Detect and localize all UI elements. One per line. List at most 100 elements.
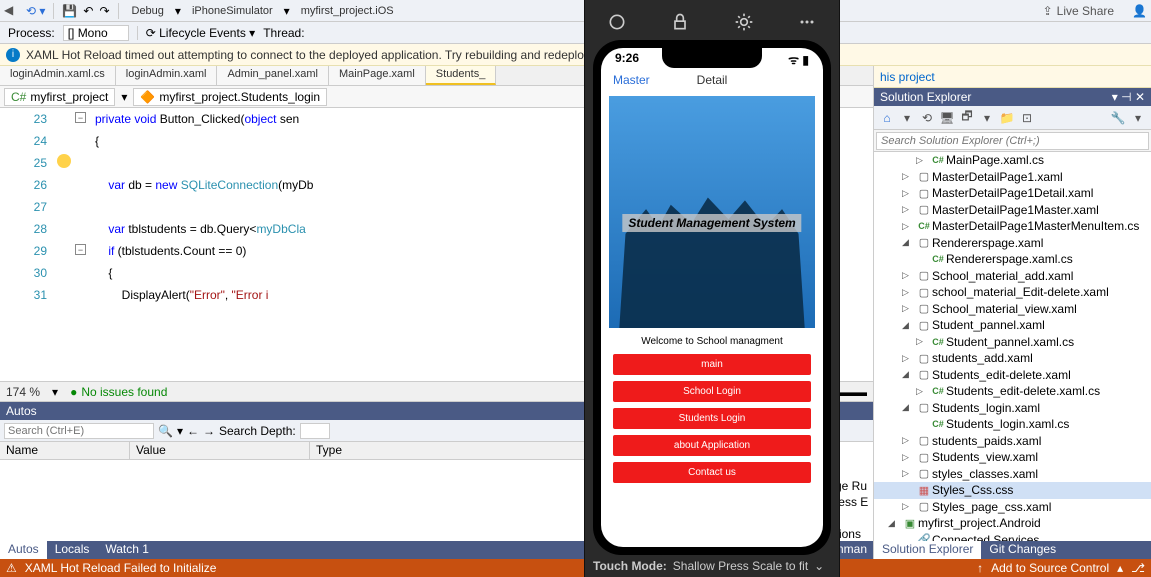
more-icon[interactable] bbox=[797, 12, 817, 32]
tree-item[interactable]: ▷C#Students_edit-delete.xaml.cs bbox=[874, 383, 1151, 400]
lightbulb-icon[interactable] bbox=[57, 154, 71, 168]
ios-simulator: 9:26ᯤ ▮ Master Detail Student Management… bbox=[584, 0, 840, 577]
tree-item[interactable]: ◢▣myfirst_project.Android bbox=[874, 515, 1151, 532]
solution-tree[interactable]: ▷C#MainPage.xaml.cs▷▢MasterDetailPage1.x… bbox=[874, 152, 1151, 541]
app-button-main[interactable]: main bbox=[613, 354, 811, 375]
notch bbox=[662, 48, 762, 68]
tab-loginadmin[interactable]: loginAdmin.xaml bbox=[116, 66, 218, 85]
tab-students[interactable]: Students_ bbox=[426, 66, 497, 85]
tree-item[interactable]: ▷C#MainPage.xaml.cs bbox=[874, 152, 1151, 169]
zoom-level[interactable]: 174 % bbox=[6, 385, 40, 399]
upload-icon: ↑ bbox=[977, 561, 983, 575]
status-text: XAML Hot Reload Failed to Initialize bbox=[25, 561, 217, 575]
app-button-contact[interactable]: Contact us bbox=[613, 462, 811, 483]
forward-icon[interactable]: → bbox=[203, 424, 215, 438]
tree-item[interactable]: ▷▢MasterDetailPage1Master.xaml bbox=[874, 202, 1151, 219]
tree-item[interactable]: ▷C#MasterDetailPage1MasterMenuItem.cs bbox=[874, 218, 1151, 235]
tree-item[interactable]: ◢▢Students_edit-delete.xaml bbox=[874, 367, 1151, 384]
tree-item[interactable]: ▷▢students_paids.xaml bbox=[874, 433, 1151, 450]
process-label: Process: bbox=[8, 26, 55, 40]
main-toolbar: ◀ ⟲ ▾ 💾 ↶ ↷ Debug▾ iPhoneSimulator▾ myfi… bbox=[0, 0, 1151, 22]
app-button-school[interactable]: School Login bbox=[613, 381, 811, 402]
app-button-about[interactable]: about Application bbox=[613, 435, 811, 456]
gear-icon[interactable] bbox=[734, 12, 754, 32]
source-control[interactable]: Add to Source Control bbox=[991, 561, 1109, 575]
scope-dropdown[interactable]: C# myfirst_project bbox=[4, 88, 115, 106]
tree-item[interactable]: ▦Styles_Css.css bbox=[874, 482, 1151, 499]
pin-icon[interactable]: ⊣ bbox=[1121, 90, 1131, 104]
process-dropdown[interactable]: [] Mono bbox=[63, 25, 129, 41]
col-name[interactable]: Name bbox=[0, 442, 130, 459]
tree-item[interactable]: ▷▢MasterDetailPage1.xaml bbox=[874, 169, 1151, 186]
tree-item[interactable]: C#Students_login.xaml.cs bbox=[874, 416, 1151, 433]
info-text: XAML Hot Reload timed out attempting to … bbox=[26, 48, 629, 62]
circle-icon[interactable] bbox=[607, 12, 627, 32]
tab-adminpanel[interactable]: Admin_panel.xaml bbox=[217, 66, 329, 85]
phone-frame: 9:26ᯤ ▮ Master Detail Student Management… bbox=[593, 40, 831, 555]
tree-item[interactable]: ▷C#Student_pannel.xaml.cs bbox=[874, 334, 1151, 351]
autos-search[interactable] bbox=[4, 423, 154, 439]
tree-item[interactable]: ◢▢Student_pannel.xaml bbox=[874, 317, 1151, 334]
issues-indicator[interactable]: ●No issues found bbox=[70, 385, 167, 399]
tab-locals[interactable]: Locals bbox=[47, 541, 98, 559]
chevron-down-icon[interactable]: ⌄ bbox=[814, 559, 824, 573]
info-link[interactable]: his project bbox=[874, 66, 1151, 88]
tab-mainpage[interactable]: MainPage.xaml bbox=[329, 66, 426, 85]
search-icon[interactable]: 🔍 bbox=[158, 424, 173, 438]
redo-icon[interactable]: ↷ bbox=[99, 4, 109, 18]
tree-item[interactable]: ▷▢School_material_add.xaml bbox=[874, 268, 1151, 285]
home-icon[interactable]: ⌂ bbox=[878, 109, 896, 127]
account-icon[interactable]: 👤 bbox=[1132, 4, 1147, 18]
check-icon: ● bbox=[70, 385, 77, 399]
tree-item[interactable]: ▷▢School_material_view.xaml bbox=[874, 301, 1151, 318]
undo-icon[interactable]: ↶ bbox=[83, 4, 93, 18]
tab-git[interactable]: Git Changes bbox=[981, 541, 1064, 559]
method-dropdown[interactable]: 🔶 myfirst_project.Students_login bbox=[133, 88, 327, 106]
detail-title: Detail bbox=[697, 73, 728, 87]
error-icon: ⚠ bbox=[6, 561, 17, 575]
tree-item[interactable]: ◢▢Students_login.xaml bbox=[874, 400, 1151, 417]
repo-icon[interactable]: ⎇ bbox=[1131, 561, 1145, 575]
history-icon[interactable]: ⟲ ▾ bbox=[26, 4, 45, 18]
sim-status: Touch Mode:Shallow Press Scale to fit⌄ bbox=[585, 555, 839, 577]
hero-label: Student Management System bbox=[622, 214, 801, 232]
back-icon[interactable]: ◀ bbox=[4, 3, 20, 19]
tab-loginadmin-cs[interactable]: loginAdmin.xaml.cs bbox=[0, 66, 116, 85]
back-icon[interactable]: ⟲ bbox=[918, 109, 936, 127]
tab-solution[interactable]: Solution Explorer bbox=[874, 541, 981, 559]
fold-gutter: − − bbox=[55, 108, 95, 381]
platform-dropdown[interactable]: iPhoneSimulator bbox=[187, 4, 278, 18]
lock-icon[interactable] bbox=[670, 12, 690, 32]
tree-item[interactable]: ▷▢school_material_Edit-delete.xaml bbox=[874, 284, 1151, 301]
save-icon[interactable]: 💾 bbox=[62, 4, 77, 18]
properties-icon[interactable]: ⊡ bbox=[1018, 109, 1036, 127]
sync-icon[interactable]: 🖥 bbox=[938, 109, 956, 127]
wrench-icon[interactable]: 🔧 bbox=[1109, 109, 1127, 127]
depth-input[interactable] bbox=[300, 423, 330, 439]
tree-item[interactable]: ▷▢students_add.xaml bbox=[874, 350, 1151, 367]
tree-item[interactable]: ▷▢Students_view.xaml bbox=[874, 449, 1151, 466]
solution-header: Solution Explorer▾ ⊣ ✕ bbox=[874, 88, 1151, 106]
app-button-students[interactable]: Students Login bbox=[613, 408, 811, 429]
project-dropdown[interactable]: myfirst_project.iOS bbox=[296, 4, 399, 18]
tree-item[interactable]: ▷▢MasterDetailPage1Detail.xaml bbox=[874, 185, 1151, 202]
tab-autos[interactable]: Autos bbox=[0, 541, 47, 559]
phone-nav: Master Detail bbox=[601, 70, 823, 94]
live-share-button[interactable]: ⇪ Live Share bbox=[1043, 4, 1114, 18]
back-icon[interactable]: ← bbox=[187, 424, 199, 438]
tree-item[interactable]: C#Rendererspage.xaml.cs bbox=[874, 251, 1151, 268]
config-dropdown[interactable]: Debug bbox=[127, 4, 169, 18]
col-value[interactable]: Value bbox=[130, 442, 310, 459]
refresh-icon[interactable]: 🗗 bbox=[958, 109, 976, 127]
show-all-icon[interactable]: 📁 bbox=[998, 109, 1016, 127]
tree-item[interactable]: ▷▢styles_classes.xaml bbox=[874, 466, 1151, 483]
tree-item[interactable]: ◢▢Rendererspage.xaml bbox=[874, 235, 1151, 252]
solution-search[interactable] bbox=[876, 132, 1149, 150]
master-link[interactable]: Master bbox=[613, 73, 650, 91]
tree-item[interactable]: ▷▢Styles_page_css.xaml bbox=[874, 499, 1151, 516]
fold-icon[interactable]: − bbox=[75, 244, 86, 255]
tree-item[interactable]: 🔗Connected Services bbox=[874, 532, 1151, 542]
tab-watch[interactable]: Watch 1 bbox=[97, 541, 157, 559]
lifecycle-button[interactable]: ⟳ Lifecycle Events ▾ bbox=[146, 26, 255, 40]
fold-icon[interactable]: − bbox=[75, 112, 86, 123]
